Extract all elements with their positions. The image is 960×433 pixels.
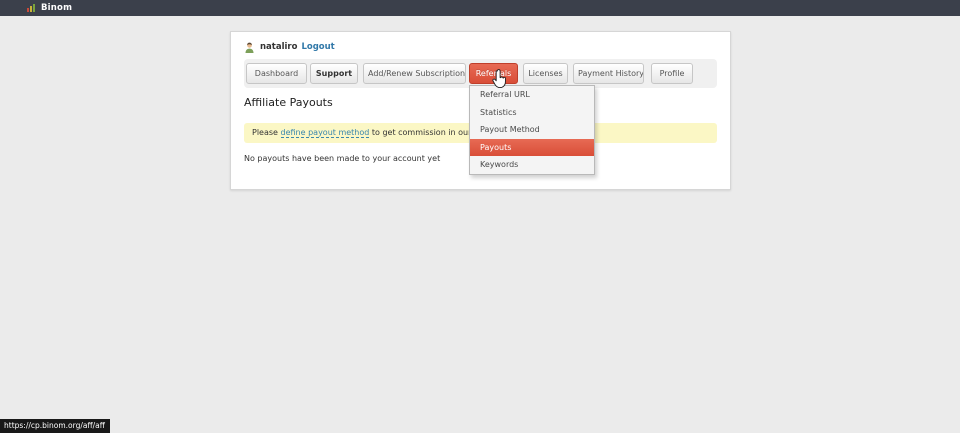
tab-profile[interactable]: Profile: [651, 63, 693, 84]
tab-support[interactable]: Support: [310, 63, 358, 84]
menu-item-statistics[interactable]: Statistics: [470, 104, 594, 122]
tab-dashboard[interactable]: Dashboard: [246, 63, 307, 84]
tab-payment-history[interactable]: Payment History: [573, 63, 644, 84]
notice-text-prefix: Please: [252, 128, 281, 137]
tab-licenses[interactable]: Licenses: [523, 63, 568, 84]
referrals-dropdown-menu: Referral URL Statistics Payout Method Pa…: [469, 85, 595, 175]
menu-item-referral-url[interactable]: Referral URL: [470, 86, 594, 104]
brand-title: Binom: [41, 3, 72, 13]
define-payout-method-link[interactable]: define payout method: [281, 128, 370, 138]
menu-item-payout-method[interactable]: Payout Method: [470, 121, 594, 139]
menu-item-payouts[interactable]: Payouts: [470, 139, 594, 157]
user-row: nataliro Logout: [244, 41, 717, 53]
status-url-tooltip: https://cp.binom.org/aff/aff: [0, 419, 110, 433]
menu-item-keywords[interactable]: Keywords: [470, 156, 594, 174]
tab-referrals[interactable]: Referrals: [469, 63, 518, 84]
bar-chart-icon[interactable]: [27, 4, 35, 12]
username: nataliro: [260, 42, 297, 52]
person-icon: [244, 42, 255, 53]
topbar: Binom: [0, 0, 960, 16]
tab-add-renew-subscription[interactable]: Add/Renew Subscription: [363, 63, 466, 84]
logout-link[interactable]: Logout: [301, 42, 334, 52]
nav-toolbar: Dashboard Support Add/Renew Subscription…: [244, 59, 717, 88]
